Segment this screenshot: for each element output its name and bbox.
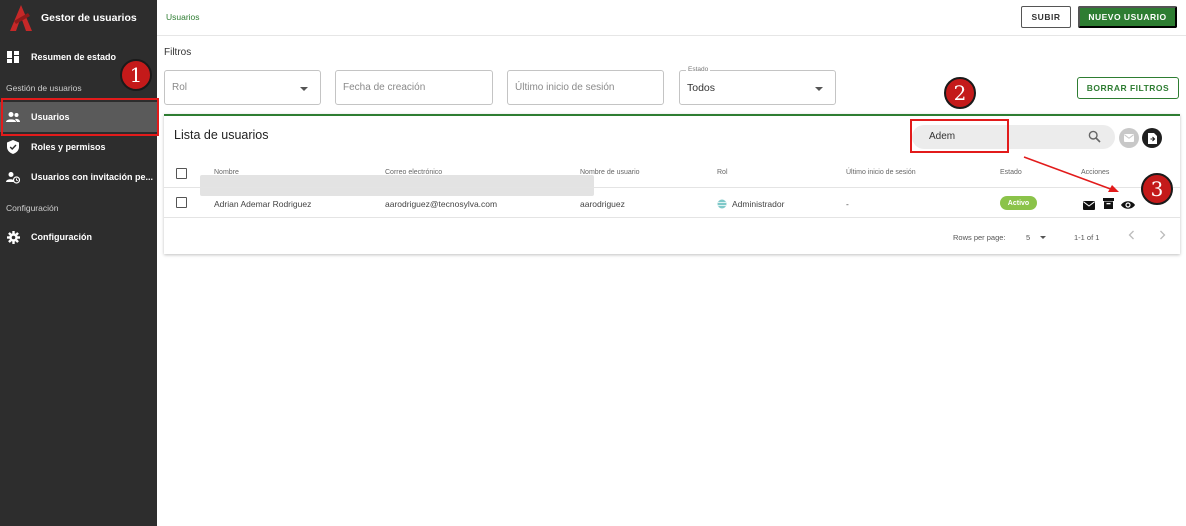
divider <box>164 217 1180 218</box>
breadcrumb[interactable]: Usuarios <box>166 12 200 22</box>
user-list-title: Lista de usuarios <box>174 128 269 142</box>
status-select[interactable]: Estado Todos <box>679 66 836 105</box>
redacted-area <box>200 175 594 196</box>
cell-username: aarodriguez <box>580 199 625 209</box>
shield-icon <box>6 140 20 154</box>
view-eye-icon[interactable] <box>1121 197 1135 215</box>
status-value: Todos <box>687 82 716 94</box>
status-legend: Estado <box>686 66 711 73</box>
upload-button[interactable]: SUBIR <box>1021 6 1071 28</box>
cell-role: Administrador <box>717 199 784 209</box>
next-page-icon[interactable] <box>1159 230 1166 242</box>
section-label-user-management: Gestión de usuarios <box>6 83 82 93</box>
cell-name: Adrian Ademar Rodriguez <box>214 199 312 209</box>
gear-icon <box>6 230 20 244</box>
sidebar-item-label: Configuración <box>31 232 92 242</box>
role-globe-icon <box>717 199 727 209</box>
sidebar-item-settings[interactable]: Configuración <box>0 222 157 252</box>
rows-per-page-value: 5 <box>1026 233 1031 242</box>
cell-last-login: - <box>846 199 849 209</box>
select-all-checkbox[interactable] <box>176 168 187 179</box>
send-mail-icon[interactable] <box>1083 197 1095 215</box>
role-placeholder: Rol <box>172 82 188 93</box>
new-user-button[interactable]: NUEVO USUARIO <box>1078 6 1177 28</box>
pagination-range: 1-1 of 1 <box>1074 233 1100 242</box>
chevron-down-icon <box>815 87 823 91</box>
user-invite-icon <box>6 170 20 184</box>
sidebar-item-label: Usuarios con invitación pe... <box>31 172 154 182</box>
sidebar-item-roles[interactable]: Roles y permisos <box>0 132 157 162</box>
annotation-arrow <box>1023 156 1119 192</box>
cell-email: aarodriguez@tecnosylva.com <box>385 199 498 209</box>
created-date-input[interactable]: Fecha de creación <box>335 70 493 105</box>
last-login-input[interactable]: Último inicio de sesión <box>507 70 664 105</box>
app-title: Gestor de usuarios <box>41 12 137 24</box>
chevron-down-icon <box>1040 236 1047 239</box>
chevron-down-icon <box>300 87 308 91</box>
step-marker-3: 3 <box>1141 173 1173 205</box>
row-checkbox[interactable] <box>176 197 187 208</box>
column-header-role[interactable]: Rol <box>717 169 728 176</box>
column-header-status[interactable]: Estado <box>1000 169 1022 176</box>
last-login-placeholder: Último inicio de sesión <box>515 82 615 93</box>
status-badge: Activo <box>1000 196 1037 210</box>
file-export-icon <box>1147 132 1157 144</box>
section-label-configuration: Configuración <box>6 203 59 213</box>
prev-page-icon[interactable] <box>1128 230 1135 242</box>
topbar: Usuarios SUBIR NUEVO USUARIO <box>157 0 1186 36</box>
rows-per-page-select[interactable]: 5 <box>1026 233 1047 242</box>
search-icon[interactable] <box>1088 130 1101 148</box>
rows-per-page-label: Rows per page: <box>953 233 1006 242</box>
brand: Gestor de usuarios <box>0 0 157 36</box>
export-button[interactable] <box>1142 128 1162 148</box>
clear-filters-button[interactable]: BORRAR FILTROS <box>1077 77 1179 99</box>
mail-icon <box>1124 134 1134 142</box>
created-date-placeholder: Fecha de creación <box>343 82 426 93</box>
sidebar-item-label: Roles y permisos <box>31 142 106 152</box>
highlight-box-search <box>910 119 1009 153</box>
column-header-last-login[interactable]: Último inicio de sesión <box>846 169 916 176</box>
sidebar-item-label: Resumen de estado <box>31 52 117 62</box>
sidebar-item-invited-users[interactable]: Usuarios con invitación pe... <box>0 162 157 192</box>
step-marker-2: 2 <box>944 77 976 109</box>
mail-all-button[interactable] <box>1119 128 1139 148</box>
step-marker-1: 1 <box>120 59 152 91</box>
dashboard-icon <box>6 50 20 64</box>
role-label: Administrador <box>732 199 785 209</box>
highlight-box-users <box>1 98 159 136</box>
role-select[interactable]: Rol <box>164 70 321 105</box>
filters-title: Filtros <box>164 47 192 58</box>
logo-icon <box>10 5 32 31</box>
archive-icon[interactable] <box>1103 196 1114 214</box>
